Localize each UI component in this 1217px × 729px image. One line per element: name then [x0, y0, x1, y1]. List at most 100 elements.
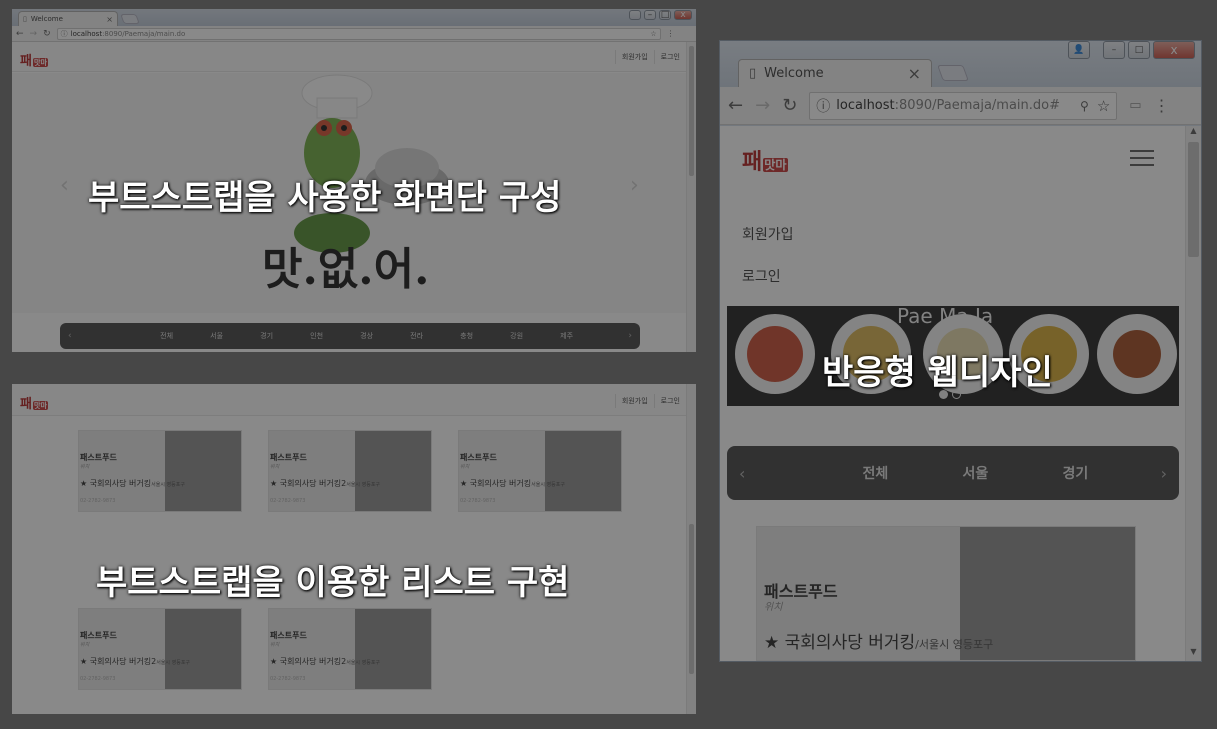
close-window-button[interactable]: x: [674, 10, 692, 20]
login-link[interactable]: 로그인: [742, 266, 781, 286]
forward-icon[interactable]: →: [755, 95, 770, 116]
window-controls: 👤 – □ x: [1068, 41, 1195, 59]
region-prev-icon[interactable]: ‹: [739, 464, 745, 483]
scroll-up-icon[interactable]: ▲: [1186, 126, 1201, 140]
card-name: ★ 국회의사당 버거킹서울시 영등포구: [80, 479, 185, 488]
menu-icon[interactable]: ⋮: [667, 29, 675, 38]
browser-toolbar: ← → ↻ ⓘ localhost :8090/Paemaja/main.do …: [12, 26, 696, 42]
scroll-down-icon[interactable]: ▼: [1186, 647, 1201, 661]
region-item[interactable]: 제주: [542, 331, 592, 341]
new-tab-button[interactable]: [937, 65, 969, 81]
restaurant-card[interactable]: 패스트푸드 위치 ★ 국회의사당 버거킹2서울시 영등포구 02-2782-9873: [268, 608, 432, 690]
region-item[interactable]: 서울: [925, 463, 1025, 483]
region-item[interactable]: 강원: [492, 331, 542, 341]
card-subtitle: 위치: [270, 642, 280, 648]
mobile-scrollbar[interactable]: ▲ ▼: [1185, 126, 1201, 661]
maximize-button[interactable]: □: [1128, 41, 1150, 59]
region-prev-icon[interactable]: ‹: [68, 331, 72, 341]
maximize-button[interactable]: □: [659, 10, 671, 20]
info-icon: ⓘ: [816, 98, 831, 115]
tab-welcome[interactable]: ▯ Welcome ×: [738, 59, 932, 87]
url-host: localhost: [70, 29, 103, 38]
minimize-button[interactable]: –: [1103, 41, 1125, 59]
card-subtitle: 위치: [80, 464, 90, 470]
profile-button[interactable]: [629, 10, 641, 20]
profile-button[interactable]: 👤: [1068, 41, 1090, 59]
hamburger-menu-icon[interactable]: [1130, 150, 1154, 166]
back-icon[interactable]: ←: [16, 29, 24, 39]
tab-welcome[interactable]: ▯ Welcome ×: [18, 11, 118, 26]
site-logo[interactable]: 패 맛마: [742, 144, 788, 176]
url-path: :8090/Paemaja/main.do#: [894, 98, 1061, 113]
region-item[interactable]: 전체: [825, 463, 925, 483]
browser-toolbar: ← → ↻ ⓘ localhost :8090/Paemaja/main.do#…: [720, 87, 1201, 125]
site-header: 패 맛마 회원가입 로그인: [12, 42, 686, 72]
site-logo[interactable]: 패 맛마: [20, 50, 49, 69]
carousel-prev-icon[interactable]: ‹: [60, 173, 69, 198]
region-item[interactable]: 서울: [192, 331, 242, 341]
title-bar: ▯ Welcome × 👤 – □ x: [720, 41, 1201, 87]
signup-link[interactable]: 회원가입: [742, 224, 794, 244]
address-bar[interactable]: ⓘ localhost :8090/Paemaja/main.do ☆: [56, 27, 661, 40]
new-tab-button[interactable]: [120, 14, 140, 24]
url-host: localhost: [836, 98, 895, 113]
login-link[interactable]: 로그인: [653, 394, 686, 408]
card-name: ★ 국회의사당 버거킹/서울시 영등포구: [764, 633, 994, 653]
card-phone: 02-2782-9873: [270, 676, 306, 682]
region-next-icon[interactable]: ›: [1161, 464, 1167, 483]
region-list: 전체 서울 경기: [825, 463, 1125, 483]
card-name: ★ 국회의사당 버거킹2서울시 영등포구: [270, 657, 381, 666]
card-name: ★ 국회의사당 버거킹2서울시 영등포구: [80, 657, 191, 666]
list-viewport: 패 맛마 회원가입 로그인 패스트푸드 위치 ★ 국회의사당 버거킹서울시 영등포구 0…: [12, 384, 696, 714]
restaurant-card[interactable]: 패스트푸드 위치 ★ 국회의사당 버거킹서울시 영등포구 02-2782-9873: [78, 430, 242, 512]
address-bar[interactable]: ⓘ localhost :8090/Paemaja/main.do# ⚲ ☆: [809, 91, 1118, 120]
close-tab-icon[interactable]: ×: [908, 64, 921, 83]
close-tab-icon[interactable]: ×: [106, 15, 113, 24]
region-list: 전체 서울 경기 인천 경상 전라 충청 강원 제주: [142, 331, 592, 341]
restaurant-card[interactable]: 패스트푸드 위치 ★ 국회의사당 버거킹서울시 영등포구 02-2782-9873: [458, 430, 622, 512]
region-nav-bar: ‹ 전체 서울 경기 인천 경상 전라 충청 강원 제주 ›: [60, 323, 640, 349]
card-subtitle: 위치: [80, 642, 90, 648]
restaurant-card[interactable]: 패스트푸드 위치 ★ 국회의사당 버거킹/서울시 영등포구: [756, 526, 1136, 661]
region-item[interactable]: 경기: [1025, 463, 1125, 483]
caption-responsive: 반응형 웹디자인: [822, 353, 1053, 393]
card-subtitle: 위치: [270, 464, 280, 470]
carousel-next-icon[interactable]: ›: [630, 173, 639, 198]
list-scrollbar[interactable]: [686, 384, 696, 714]
region-item[interactable]: 전체: [142, 331, 192, 341]
forward-icon[interactable]: →: [30, 29, 38, 39]
region-item[interactable]: 충청: [442, 331, 492, 341]
card-subtitle: 위치: [764, 602, 783, 613]
star-icon[interactable]: ☆: [650, 30, 656, 38]
star-icon[interactable]: ☆: [1097, 97, 1110, 115]
page-scrollbar[interactable]: [686, 42, 696, 352]
restaurant-card[interactable]: 패스트푸드 위치 ★ 국회의사당 버거킹2서울시 영등포구 02-2782-9873: [78, 608, 242, 690]
menu-icon[interactable]: ⋮: [1154, 96, 1170, 115]
restaurant-card[interactable]: 패스트푸드 위치 ★ 국회의사당 버거킹2서울시 영등포구 02-2782-9873: [268, 430, 432, 512]
signup-link[interactable]: 회원가입: [614, 394, 654, 408]
signup-link[interactable]: 회원가입: [614, 50, 654, 64]
hero-text: 맛.없.어.: [262, 244, 430, 295]
region-next-icon[interactable]: ›: [628, 331, 632, 341]
region-item[interactable]: 전라: [392, 331, 442, 341]
minimize-button[interactable]: –: [644, 10, 656, 20]
reload-icon[interactable]: ↻: [43, 29, 51, 39]
card-category: 패스트푸드: [270, 453, 307, 462]
reload-icon[interactable]: ↻: [782, 95, 797, 116]
back-icon[interactable]: ←: [728, 95, 743, 116]
cast-icon[interactable]: ▭: [1129, 98, 1141, 113]
card-name: ★ 국회의사당 버거킹서울시 영등포구: [460, 479, 565, 488]
site-logo[interactable]: 패 맛마: [20, 393, 49, 412]
region-item[interactable]: 인천: [292, 331, 342, 341]
url-path: :8090/Paemaja/main.do: [102, 29, 186, 38]
tab-label: Welcome: [30, 15, 63, 23]
close-window-button[interactable]: x: [1153, 41, 1195, 59]
region-item[interactable]: 경기: [242, 331, 292, 341]
card-phone: 02-2782-9873: [80, 498, 116, 504]
key-icon: ⚲: [1080, 98, 1089, 113]
card-phone: 02-2782-9873: [80, 676, 116, 682]
browser-window-list: 패 맛마 회원가입 로그인 패스트푸드 위치 ★ 국회의사당 버거킹서울시 영등포구 0…: [12, 384, 696, 714]
region-item[interactable]: 경상: [342, 331, 392, 341]
card-phone: 02-2782-9873: [270, 498, 306, 504]
login-link[interactable]: 로그인: [653, 50, 686, 64]
